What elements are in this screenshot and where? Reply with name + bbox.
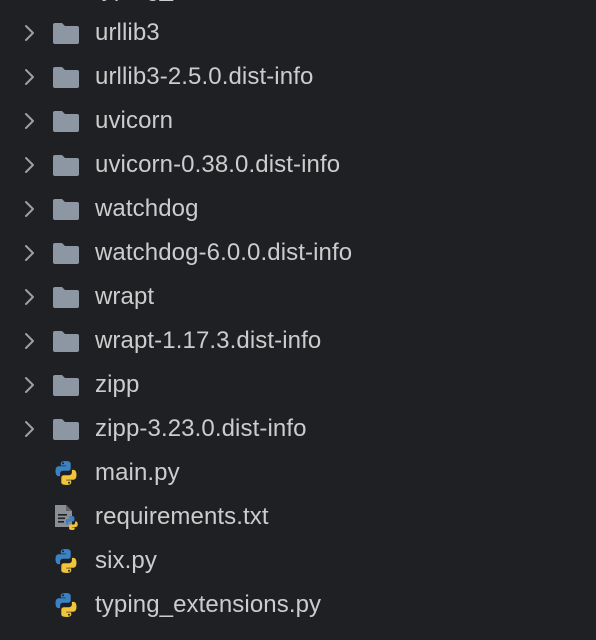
chevron-right-icon[interactable] bbox=[19, 331, 39, 351]
python-icon bbox=[55, 549, 77, 573]
tree-folder-row[interactable]: zipp-3.23.0.dist-info bbox=[0, 407, 596, 451]
tree-file-row[interactable]: six.py bbox=[0, 539, 596, 583]
folder-label: watchdog bbox=[95, 195, 199, 222]
python-icon bbox=[55, 461, 77, 485]
tree-folder-row[interactable]: uvicorn bbox=[0, 99, 596, 143]
tree-folder-row[interactable]: wrapt bbox=[0, 275, 596, 319]
file-label: main.py bbox=[95, 459, 180, 486]
python-icon bbox=[55, 593, 77, 617]
tree-folder-row[interactable]: watchdog-6.0.0.dist-info bbox=[0, 231, 596, 275]
folder-icon bbox=[53, 419, 79, 440]
file-label: requirements.txt bbox=[95, 503, 269, 530]
chevron-right-icon[interactable] bbox=[19, 243, 39, 263]
file-label: six.py bbox=[95, 547, 157, 574]
chevron-right-icon[interactable] bbox=[19, 375, 39, 395]
chevron-right-icon[interactable] bbox=[19, 111, 39, 131]
chevron-right-icon[interactable] bbox=[19, 23, 39, 43]
tree-row-partial[interactable]: typing_extensions bbox=[0, 0, 596, 11]
folder-label: zipp bbox=[95, 371, 140, 398]
tree-file-row[interactable]: requirements.txt bbox=[0, 495, 596, 539]
chevron-right-icon[interactable] bbox=[19, 67, 39, 87]
file-label: typing_extensions.py bbox=[95, 591, 322, 618]
folder-icon bbox=[53, 23, 79, 44]
folder-icon bbox=[53, 199, 79, 220]
tree-folder-row[interactable]: zipp bbox=[0, 363, 596, 407]
folder-icon bbox=[53, 243, 79, 264]
python-requirements-icon bbox=[55, 505, 78, 530]
chevron-right-icon[interactable] bbox=[19, 199, 39, 219]
folder-label: zipp-3.23.0.dist-info bbox=[95, 415, 307, 442]
folder-icon bbox=[53, 111, 79, 132]
folder-icon bbox=[51, 0, 81, 3]
tree-folder-row[interactable]: wrapt-1.17.3.dist-info bbox=[0, 319, 596, 363]
tree-folder-row[interactable]: uvicorn-0.38.0.dist-info bbox=[0, 143, 596, 187]
folder-label: watchdog-6.0.0.dist-info bbox=[95, 239, 353, 266]
tree-row-label: typing_extensions bbox=[95, 0, 289, 11]
chevron-right-icon[interactable] bbox=[19, 419, 39, 439]
file-explorer: typing_extensions urllib3 urllib3-2.5.0.… bbox=[0, 0, 596, 640]
chevron-right-icon[interactable] bbox=[19, 155, 39, 175]
folder-label: uvicorn bbox=[95, 107, 174, 134]
folder-icon bbox=[53, 287, 79, 308]
chevron-right-icon[interactable] bbox=[19, 287, 39, 307]
folder-icon bbox=[53, 155, 79, 176]
folder-label: uvicorn-0.38.0.dist-info bbox=[95, 151, 341, 178]
tree-folder-row[interactable]: urllib3 bbox=[0, 11, 596, 55]
tree-file-row[interactable]: typing_extensions.py bbox=[0, 583, 596, 627]
folder-icon bbox=[53, 67, 79, 88]
tree-file-row[interactable]: main.py bbox=[0, 451, 596, 495]
folder-label: wrapt bbox=[95, 283, 155, 310]
folder-label: urllib3-2.5.0.dist-info bbox=[95, 63, 314, 90]
folder-label: urllib3 bbox=[95, 19, 160, 46]
tree-folder-row[interactable]: urllib3-2.5.0.dist-info bbox=[0, 55, 596, 99]
folder-icon bbox=[53, 331, 79, 352]
folder-label: wrapt-1.17.3.dist-info bbox=[95, 327, 322, 354]
folder-icon bbox=[53, 375, 79, 396]
tree-folder-row[interactable]: watchdog bbox=[0, 187, 596, 231]
